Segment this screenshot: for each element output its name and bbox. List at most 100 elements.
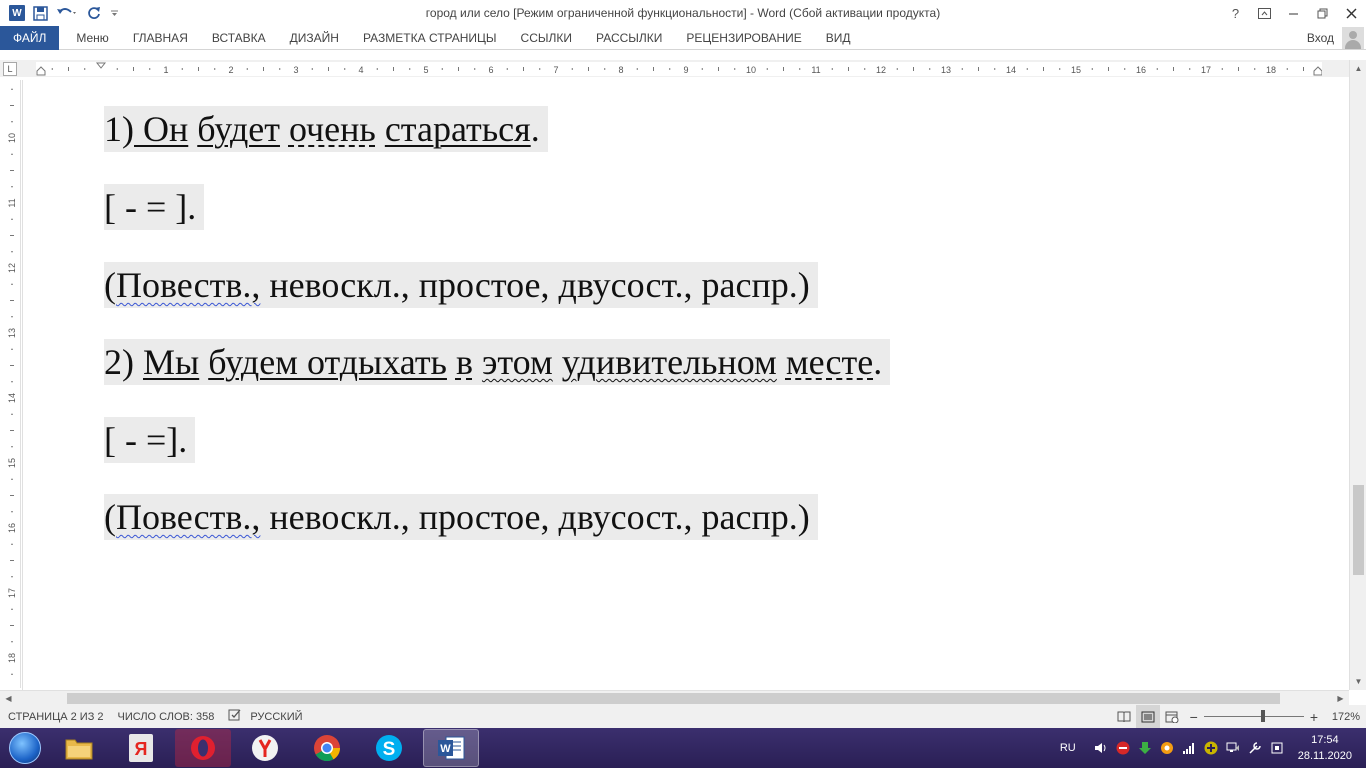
zoom-in-icon[interactable]: + <box>1310 709 1318 725</box>
zoom-level[interactable]: 172% <box>1324 711 1360 723</box>
language-indicator[interactable]: РУССКИЙ <box>250 711 302 723</box>
tab-design[interactable]: ДИЗАЙН <box>278 26 351 50</box>
help-button[interactable]: ? <box>1221 0 1250 26</box>
ruler-number: 15 <box>1071 65 1081 75</box>
vertical-scroll-thumb[interactable] <box>1353 485 1364 575</box>
taskbar-opera[interactable] <box>175 729 231 767</box>
proofing-icon[interactable] <box>228 709 242 724</box>
zoom-out-icon[interactable]: − <box>1190 709 1198 725</box>
tab-menu[interactable]: Меню <box>64 26 120 50</box>
signin-link[interactable]: Вход <box>1307 26 1334 50</box>
windows-taskbar: Я S W RU 17:54 28.11.2020 <box>0 728 1366 768</box>
taskbar-yandex[interactable] <box>237 729 293 767</box>
svg-text:W: W <box>440 743 451 755</box>
ruler-number: 13 <box>7 328 17 338</box>
print-layout-icon[interactable] <box>1135 705 1160 728</box>
clock-date: 28.11.2020 <box>1297 750 1352 762</box>
stop-icon[interactable] <box>1112 737 1134 759</box>
network-icon[interactable] <box>1222 737 1244 759</box>
customize-toolbar-icon[interactable] <box>110 0 119 26</box>
user-avatar-icon[interactable] <box>1342 27 1364 49</box>
taskbar-yandex-browser[interactable]: Я <box>113 729 169 767</box>
flag-icon[interactable] <box>1266 737 1288 759</box>
sentence-1: 1) Он будет очень стараться. <box>104 106 548 152</box>
plus-icon[interactable] <box>1200 737 1222 759</box>
read-mode-icon[interactable] <box>1112 705 1136 728</box>
tab-review[interactable]: РЕЦЕНЗИРОВАНИЕ <box>674 26 813 50</box>
clock[interactable]: 17:54 28.11.2020 <box>1298 732 1352 764</box>
ruler-number: 4 <box>358 65 363 75</box>
folder-icon <box>65 739 93 760</box>
start-button[interactable] <box>5 728 45 768</box>
ruler-number: 12 <box>7 263 17 273</box>
ruler-number: 10 <box>746 65 756 75</box>
ribbon-display-options-icon[interactable] <box>1250 0 1279 26</box>
ruler-number: 14 <box>7 393 17 403</box>
first-line-indent-marker[interactable] <box>95 62 107 69</box>
zoom-thumb[interactable] <box>1260 710 1265 722</box>
tab-mailings[interactable]: РАССЫЛКИ <box>584 26 674 50</box>
restore-icon[interactable] <box>1308 0 1337 26</box>
redo-icon[interactable] <box>86 0 102 26</box>
taskbar-chrome[interactable] <box>299 729 355 767</box>
zoom-track[interactable] <box>1203 710 1304 722</box>
ruler-number: 1 <box>163 65 168 75</box>
taskbar-skype[interactable]: S <box>361 729 417 767</box>
ruler-number: 18 <box>7 653 17 663</box>
tab-selector-icon[interactable]: L <box>3 62 17 76</box>
yandex-icon: Я <box>129 734 153 762</box>
close-icon[interactable] <box>1337 0 1366 26</box>
taskbar-word[interactable]: W <box>423 729 479 767</box>
tab-page-layout[interactable]: РАЗМЕТКА СТРАНИЦЫ <box>351 26 509 50</box>
tools-icon[interactable] <box>1244 737 1266 759</box>
ruler-number: 6 <box>488 65 493 75</box>
horizontal-ruler[interactable]: 1234567891011121314151617181920 <box>36 62 1322 76</box>
tab-insert[interactable]: ВСТАВКА <box>200 26 278 50</box>
ruler-number: 16 <box>7 523 17 533</box>
document-page[interactable]: 1) Он будет очень стараться. [ - = ]. (П… <box>22 80 1348 690</box>
ruler-number: 7 <box>553 65 558 75</box>
download-icon[interactable] <box>1134 737 1156 759</box>
scroll-down-icon[interactable]: ▼ <box>1350 673 1366 690</box>
ruler-number: 11 <box>7 198 17 207</box>
characteristics-1: (Повеств., невоскл., простое, двусост., … <box>104 262 818 308</box>
input-language[interactable]: RU <box>1060 742 1076 754</box>
scheme-2: [ - =]. <box>104 417 196 463</box>
vertical-ruler[interactable]: 10 11 12 13 14 15 16 17 18 <box>3 80 21 688</box>
word-taskbar-icon: W <box>438 736 465 760</box>
ruler-number: 12 <box>876 65 886 75</box>
web-layout-icon[interactable] <box>1160 705 1184 728</box>
flower-icon[interactable] <box>1156 737 1178 759</box>
undo-icon[interactable] <box>56 0 78 26</box>
quick-access-toolbar: W <box>0 0 119 26</box>
save-icon[interactable] <box>33 0 48 26</box>
scheme-1: [ - = ]. <box>104 184 205 230</box>
tab-view[interactable]: ВИД <box>814 26 863 50</box>
word-app-icon[interactable]: W <box>9 5 25 21</box>
minimize-icon[interactable] <box>1279 0 1308 26</box>
left-indent-marker[interactable] <box>36 66 46 76</box>
taskbar-explorer[interactable] <box>51 729 107 767</box>
right-indent-marker[interactable] <box>1313 66 1322 76</box>
ruler-number: 8 <box>618 65 623 75</box>
tab-home[interactable]: ГЛАВНАЯ <box>121 26 200 50</box>
tab-file[interactable]: ФАЙЛ <box>0 25 60 50</box>
tab-references[interactable]: ССЫЛКИ <box>509 26 584 50</box>
word-count[interactable]: ЧИСЛО СЛОВ: 358 <box>118 711 215 723</box>
horizontal-scroll-thumb[interactable] <box>67 693 1280 704</box>
skype-icon: S <box>376 735 402 761</box>
svg-text:S: S <box>383 739 396 760</box>
vertical-scrollbar[interactable]: ▲ ▼ <box>1349 60 1366 690</box>
volume-icon[interactable] <box>1090 737 1112 759</box>
ruler-number: 17 <box>1201 65 1211 75</box>
horizontal-scrollbar[interactable]: ◀ ▶ <box>0 690 1349 705</box>
ruler-number: 14 <box>1006 65 1016 75</box>
zoom-slider[interactable]: − + <box>1190 709 1318 725</box>
page-count[interactable]: СТРАНИЦА 2 ИЗ 2 <box>8 711 104 723</box>
ruler-number: 13 <box>941 65 951 75</box>
scroll-up-icon[interactable]: ▲ <box>1350 60 1366 77</box>
ruler-number: 9 <box>683 65 688 75</box>
signal-icon[interactable] <box>1178 737 1200 759</box>
horizontal-ruler-row: L 1234567891011121314151617181920 <box>0 60 1366 77</box>
ruler-number: 11 <box>811 65 820 75</box>
